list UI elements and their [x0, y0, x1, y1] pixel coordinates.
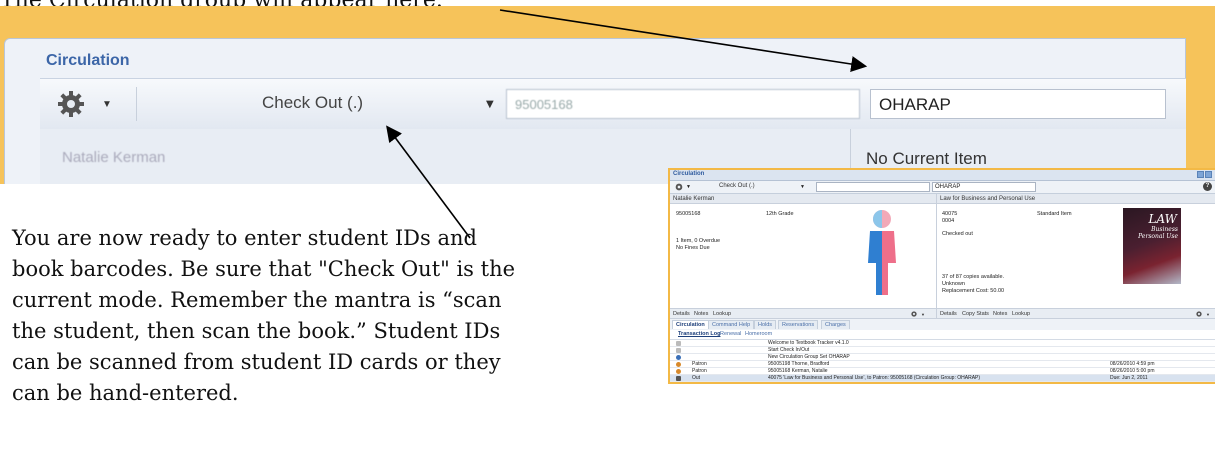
mode-caret-icon[interactable]: ▼ [800, 184, 805, 190]
table-row[interactable]: Patron 95005168 Kerman, Natalie 08/26/20… [670, 368, 1215, 375]
subtab-transaction-log[interactable]: Transaction Log [678, 331, 720, 337]
patron-grade: 12th Grade [766, 211, 794, 217]
table-row[interactable]: Out 40075 'Law for Business and Personal… [670, 375, 1215, 382]
item-number: 40075 [942, 211, 958, 217]
item-cost: Replacement Cost: 50.00 [942, 288, 1005, 294]
item-location: Unknown [942, 281, 965, 287]
barcode-input[interactable] [816, 182, 930, 192]
patron-lookup-link[interactable]: Lookup [713, 311, 731, 317]
gear-icon[interactable] [910, 310, 918, 318]
item-status: Checked out [942, 231, 973, 237]
item-lookup-link[interactable]: Lookup [1012, 311, 1030, 317]
sub-tabs: Transaction Log Renewal Homeroom [670, 330, 1215, 340]
tab-command-help[interactable]: Command Help [708, 320, 755, 329]
note-icon [676, 341, 681, 346]
item-details-link[interactable]: Details [940, 311, 957, 317]
paragraph-line: the student, then scan the book.” Studen… [12, 319, 501, 343]
table-row[interactable]: Welcome to Textbook Tracker v4.1.0 [670, 340, 1215, 347]
table-row[interactable]: Start Check In/Out [670, 347, 1215, 354]
gear-caret-icon[interactable]: ▼ [686, 184, 691, 190]
subtab-renewal[interactable]: Renewal [720, 331, 741, 337]
transaction-log: Welcome to Textbook Tracker v4.1.0 Start… [670, 340, 1215, 382]
subtab-homeroom[interactable]: Homeroom [745, 331, 772, 337]
circulation-window-screenshot: Circulation ▼ Check Out (.) ▼ OHARAP ? N… [668, 168, 1215, 384]
checkout-icon [676, 376, 681, 381]
mode-select[interactable]: Check Out (.) [719, 183, 755, 189]
item-action-bar: Details Copy Stats Notes Lookup ▼ [937, 308, 1215, 319]
item-copies: 37 of 87 copies available. [942, 274, 1005, 280]
patron-icon [676, 369, 681, 374]
item-copy-stats-link[interactable]: Copy Stats [962, 311, 989, 317]
item-copy: 0004 [942, 218, 955, 224]
circulation-group-field[interactable]: OHARAP [932, 182, 1036, 192]
item-panel: 40075 0004 Standard Item Checked out 37 … [937, 204, 1215, 308]
paragraph-line: You are now ready to enter student IDs a… [12, 226, 477, 250]
caret-icon[interactable]: ▼ [1206, 312, 1210, 317]
caret-icon[interactable]: ▼ [921, 312, 925, 317]
patron-details-link[interactable]: Details [673, 311, 690, 317]
window-titlebar: Circulation [670, 170, 1215, 181]
item-type: Standard Item [1037, 211, 1072, 217]
table-row[interactable]: Patron 95005198 Thorne, Bradford 08/26/2… [670, 361, 1215, 368]
patron-silhouette-icon [862, 209, 902, 297]
patron-items: 1 Item, 0 Overdue [676, 238, 721, 244]
book-cover-image: LAW Business Personal Use [1123, 208, 1181, 284]
tab-reservations[interactable]: Reservations [778, 320, 819, 329]
patron-action-bar: Details Notes Lookup ▼ [670, 308, 936, 319]
tab-charges[interactable]: Charges [821, 320, 850, 329]
gear-icon[interactable] [674, 182, 684, 192]
refresh-icon [676, 355, 681, 360]
minimize-icon[interactable] [1197, 171, 1204, 178]
patron-header: Natalie Kerman [670, 194, 936, 204]
item-notes-link[interactable]: Notes [993, 311, 1007, 317]
paragraph-line: can be hand-entered. [12, 381, 239, 405]
tab-circulation[interactable]: Circulation [672, 320, 709, 329]
maximize-icon[interactable] [1205, 171, 1212, 178]
window-toolbar: ▼ Check Out (.) ▼ OHARAP ? [670, 181, 1215, 194]
item-header: Law for Business and Personal Use [937, 194, 1215, 204]
patron-id: 95005168 [676, 211, 701, 217]
cover-subtitle: Personal Use [1138, 233, 1178, 240]
instruction-paragraph: You are now ready to enter student IDs a… [12, 223, 672, 409]
cover-subtitle: Business [1151, 226, 1178, 233]
table-row[interactable]: New Circulation Group Set OHARAP [670, 354, 1215, 361]
paragraph-line: current mode. Remember the mantra is “sc… [12, 288, 502, 312]
patron-panel: 95005168 12th Grade 1 Item, 0 Overdue No… [670, 204, 936, 308]
gear-icon[interactable] [1195, 310, 1203, 318]
paragraph-line: book barcodes. Be sure that "Check Out" … [12, 257, 516, 281]
paragraph-line: can be scanned from student ID cards or … [12, 350, 501, 374]
patron-fines: No Fines Due [676, 245, 710, 251]
note-icon [676, 348, 681, 353]
patron-icon [676, 362, 681, 367]
window-title: Circulation [673, 171, 705, 177]
help-icon[interactable]: ? [1203, 182, 1212, 191]
tab-holds[interactable]: Holds [754, 320, 777, 329]
patron-notes-link[interactable]: Notes [694, 311, 708, 317]
cover-title: LAW [1148, 212, 1177, 226]
